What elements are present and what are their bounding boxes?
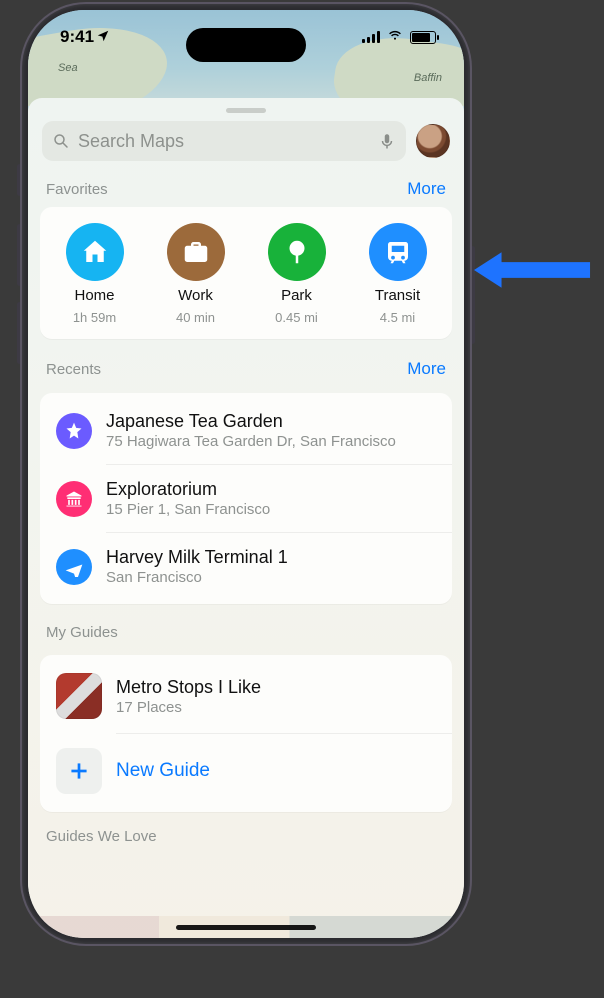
guide-thumbnail (56, 673, 102, 719)
favorite-sub: 4.5 mi (380, 310, 415, 325)
plane-icon (56, 549, 92, 585)
recent-item[interactable]: Exploratorium 15 Pier 1, San Francisco (40, 465, 452, 532)
briefcase-icon (167, 223, 225, 281)
guide-sub: 17 Places (116, 699, 261, 716)
favorite-label: Park (281, 287, 312, 304)
recents-title: Recents (46, 361, 101, 378)
guide-title: Metro Stops I Like (116, 677, 261, 698)
recents-more-link[interactable]: More (407, 359, 446, 379)
new-guide-button[interactable]: New Guide (40, 734, 452, 808)
my-guides-title: My Guides (46, 624, 118, 641)
transit-icon (369, 223, 427, 281)
my-guides-card: Metro Stops I Like 17 Places New Guide (40, 655, 452, 812)
star-icon (56, 413, 92, 449)
cellular-signal-icon (362, 31, 380, 43)
favorite-label: Transit (375, 287, 420, 304)
wifi-icon (386, 27, 404, 47)
annotation-arrow-icon (474, 248, 592, 292)
favorite-label: Work (178, 287, 213, 304)
museum-icon (56, 481, 92, 517)
favorite-partial[interactable]: Tea 2 (448, 223, 452, 325)
recent-title: Exploratorium (106, 479, 270, 500)
favorite-work[interactable]: Work 40 min (145, 223, 246, 325)
search-input[interactable]: Search Maps (42, 121, 406, 161)
recent-sub: San Francisco (106, 569, 288, 586)
favorites-title: Favorites (46, 181, 108, 198)
favorites-card: Home 1h 59m Work 40 min Pa (40, 207, 452, 339)
recent-item[interactable]: Harvey Milk Terminal 1 San Francisco (40, 533, 452, 600)
sheet-grabber[interactable] (226, 108, 266, 113)
favorite-label: Home (74, 287, 114, 304)
tree-icon (268, 223, 326, 281)
search-placeholder: Search Maps (78, 131, 184, 152)
guides-we-love-title: Guides We Love (28, 812, 464, 849)
search-icon (52, 132, 70, 150)
recent-sub: 15 Pier 1, San Francisco (106, 501, 270, 518)
favorite-sub: 0.45 mi (275, 310, 318, 325)
favorite-sub: 40 min (176, 310, 215, 325)
recent-item[interactable]: Japanese Tea Garden 75 Hagiwara Tea Gard… (40, 397, 452, 464)
map-label-baffin: Baffin (414, 72, 442, 84)
favorites-more-link[interactable]: More (407, 179, 446, 199)
search-sheet[interactable]: Search Maps Favorites More Home 1h (28, 98, 464, 938)
plus-icon (56, 748, 102, 794)
home-indicator[interactable] (176, 925, 316, 930)
battery-icon (410, 31, 436, 44)
favorite-sub: 1h 59m (73, 310, 116, 325)
recent-title: Harvey Milk Terminal 1 (106, 547, 288, 568)
new-guide-label: New Guide (116, 760, 210, 782)
microphone-icon[interactable] (378, 132, 396, 150)
guide-item[interactable]: Metro Stops I Like 17 Places (40, 659, 452, 733)
profile-avatar[interactable] (416, 124, 450, 158)
phone-screen: 9:41 Sea Baffin (28, 10, 464, 938)
recent-sub: 75 Hagiwara Tea Garden Dr, San Francisco (106, 433, 396, 450)
favorite-home[interactable]: Home 1h 59m (44, 223, 145, 325)
favorites-row[interactable]: Home 1h 59m Work 40 min Pa (44, 223, 448, 325)
recents-card: Japanese Tea Garden 75 Hagiwara Tea Gard… (40, 393, 452, 604)
location-services-icon (96, 29, 110, 46)
phone-frame: 9:41 Sea Baffin (22, 4, 470, 944)
dynamic-island (186, 28, 306, 62)
recent-title: Japanese Tea Garden (106, 411, 396, 432)
favorite-park[interactable]: Park 0.45 mi (246, 223, 347, 325)
status-time: 9:41 (60, 27, 94, 47)
favorite-transit[interactable]: Transit 4.5 mi (347, 223, 448, 325)
home-icon (66, 223, 124, 281)
